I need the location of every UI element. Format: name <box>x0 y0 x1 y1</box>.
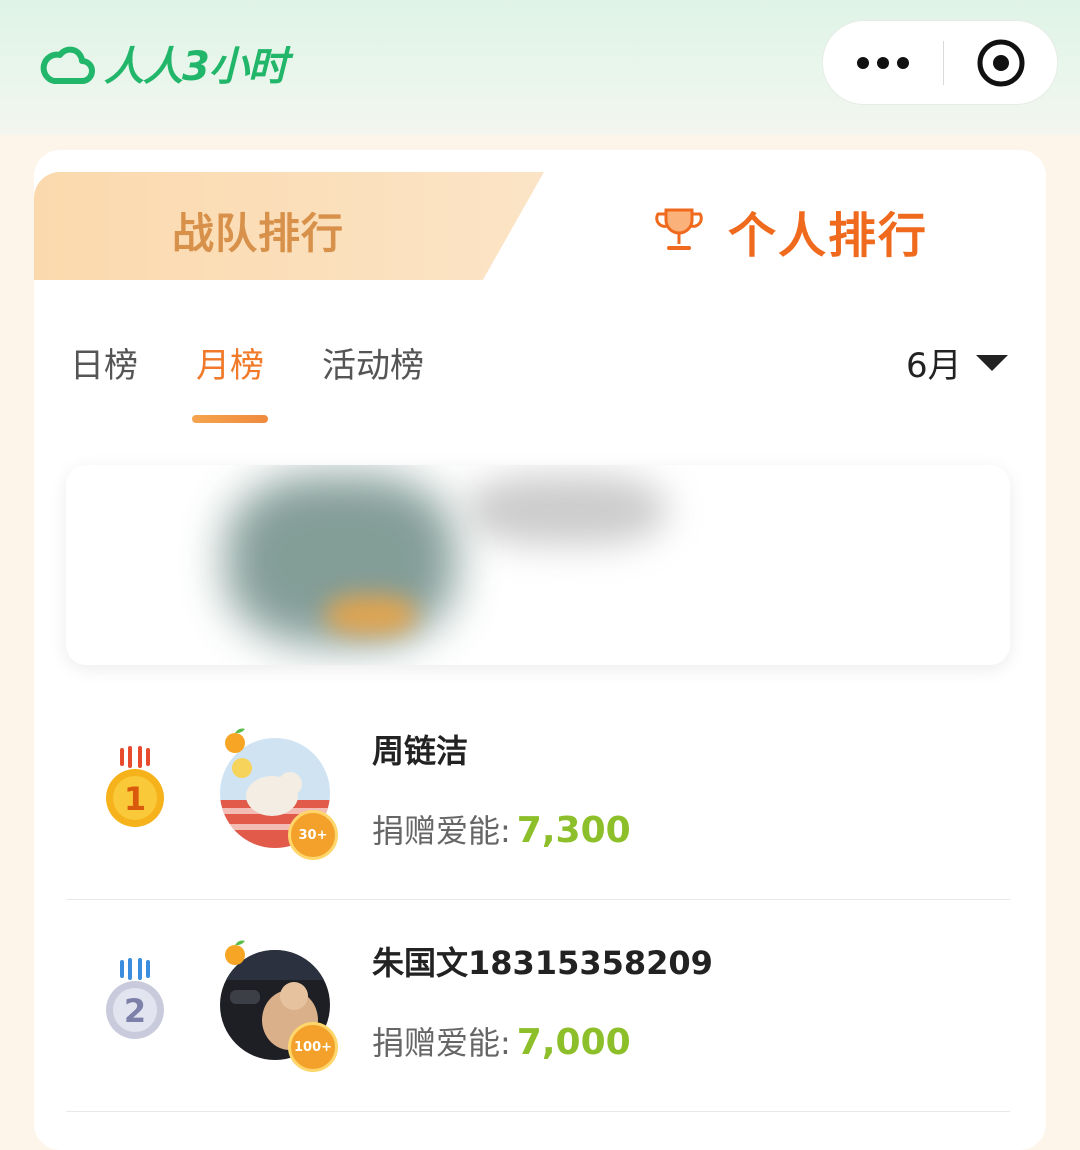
subtab-event[interactable]: 活动榜 <box>322 338 424 387</box>
fruit-decoration-icon <box>225 940 245 965</box>
score-line: 捐赠爱能: 7,000 <box>372 1018 631 1064</box>
row-divider <box>66 1111 1010 1112</box>
silver-medal-icon: 2 <box>106 958 164 1039</box>
subtab-monthly[interactable]: 月榜 <box>192 338 268 423</box>
trophy-icon <box>655 208 703 250</box>
cloud-logo-icon <box>40 46 95 84</box>
donation-badge: 30+ <box>288 810 338 860</box>
period-tabs: 日榜 月榜 活动榜 <box>70 338 482 423</box>
medal-rank-number: 1 <box>124 780 146 818</box>
month-dropdown[interactable]: 6月 <box>906 338 1008 387</box>
my-rank-card-blurred <box>66 465 1010 665</box>
close-target-icon[interactable] <box>944 37 1057 89</box>
list-item[interactable]: 2 100+ 朱国文18315358209 捐赠爱能: 7,000 <box>66 902 1010 1112</box>
tab-personal-ranking[interactable]: 个人排行 <box>728 196 928 266</box>
row-divider <box>66 899 1010 900</box>
list-item[interactable]: 1 30+ 周链洁 捐赠爱能: 7,300 <box>66 690 1010 900</box>
gold-medal-icon: 1 <box>106 746 164 827</box>
score-label: 捐赠爱能: <box>372 812 511 850</box>
app-logo: 人人3小时 <box>40 34 288 92</box>
dropdown-caret-icon <box>975 354 1008 371</box>
score-label: 捐赠爱能: <box>372 1024 511 1062</box>
donation-badge: 100+ <box>288 1022 338 1072</box>
fruit-decoration-icon <box>225 728 245 753</box>
score-value: 7,300 <box>516 810 631 851</box>
tab-team-ranking-label[interactable]: 战队排行 <box>172 200 344 261</box>
medal-rank-number: 2 <box>124 992 146 1030</box>
user-name: 朱国文18315358209 <box>372 944 713 982</box>
score-line: 捐赠爱能: 7,300 <box>372 806 631 852</box>
more-options-icon[interactable] <box>823 56 943 69</box>
user-name: 周链洁 <box>372 732 469 770</box>
mini-program-capsule <box>822 20 1058 105</box>
score-value: 7,000 <box>516 1022 631 1063</box>
top-bar: 人人3小时 <box>0 0 1080 135</box>
month-value: 6月 <box>906 346 962 386</box>
app-logo-text: 人人3小时 <box>104 44 288 90</box>
subtab-daily[interactable]: 日榜 <box>70 338 138 387</box>
